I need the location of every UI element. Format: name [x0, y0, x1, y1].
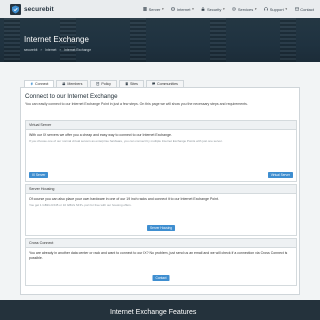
panel-virtual-server: Virtual Server With our IX servers we of… — [25, 120, 297, 182]
tab-label: Connect — [35, 82, 49, 86]
panel-server-housing: Server Housing Of course you can also pl… — [25, 184, 297, 236]
logo-icon — [10, 4, 21, 15]
nav-item-server[interactable]: Server ▼ — [143, 7, 164, 12]
panel-text: With our IX servers we offer you a cheap… — [29, 133, 172, 137]
hero-background — [280, 18, 296, 62]
users-icon — [62, 82, 66, 86]
nav-item-support[interactable]: Support ▼ — [264, 7, 288, 12]
breadcrumb-separator: » — [59, 48, 62, 52]
breadcrumb-separator: » — [40, 48, 43, 52]
panel-body: You are already in another data center o… — [26, 248, 296, 264]
intro-text: You can easily connect to our Internet E… — [25, 102, 248, 106]
nav-item-security[interactable]: Security ▼ — [201, 7, 225, 12]
tab-label: Members — [67, 82, 83, 86]
support-icon — [264, 7, 268, 11]
panel-cross-connect: Cross Connect You are already in another… — [25, 238, 297, 286]
plug-icon — [30, 82, 33, 86]
virtual-server-button[interactable]: Virtual Server — [267, 172, 293, 178]
tab-connect[interactable]: Connect — [24, 80, 55, 87]
nav-item-services[interactable]: Services ▼ — [232, 7, 257, 12]
features-title: Internet Exchange Features — [110, 309, 197, 316]
panel-heading: Virtual Server — [26, 121, 296, 130]
chevron-down-icon: ▼ — [222, 7, 226, 11]
brand-name: securebit — [24, 6, 54, 13]
panel-note: If you choose one of our normal virtual … — [29, 139, 223, 144]
tab-content-connect: Connect to our Internet Exchange You can… — [20, 87, 300, 295]
tab-label: Sites — [129, 82, 138, 86]
tab-bar: Connect Members Policy Sites Communities — [24, 80, 296, 87]
contact-button[interactable]: Contact — [152, 275, 170, 281]
tab-label: Communities — [156, 82, 178, 86]
nav-item-internet[interactable]: Internet ▼ — [171, 7, 194, 12]
breadcrumb-link-home[interactable]: securebit — [24, 48, 37, 52]
features-section: Internet Exchange Features — [0, 300, 320, 320]
chat-icon — [152, 82, 156, 86]
panel-text: Of course you can also place your own ha… — [29, 197, 219, 201]
server-icon — [143, 7, 147, 11]
main-nav: Server ▼ Internet ▼ Security ▼ Services … — [136, 0, 314, 18]
panel-body: With our IX servers we offer you a cheap… — [26, 130, 296, 147]
panel-text: You are already in another data center o… — [29, 251, 288, 261]
nav-item-contact[interactable]: Contact — [294, 6, 314, 12]
mail-icon — [294, 7, 299, 11]
chevron-down-icon: ▼ — [284, 7, 288, 11]
panel-note: You get 1 GBit/s RJ45 or 10 GBit/s SFP+ … — [29, 203, 132, 208]
nav-label: Services — [237, 6, 254, 12]
nav-label: Contact — [300, 6, 314, 12]
tab-sites[interactable]: Sites — [118, 80, 144, 87]
hero-background — [210, 18, 226, 62]
document-icon — [96, 82, 100, 86]
panel-heading: Cross Connect — [26, 239, 296, 248]
brand-logo[interactable]: securebit — [10, 4, 66, 15]
gear-icon — [232, 7, 237, 11]
tab-policy[interactable]: Policy — [90, 80, 117, 87]
hero-background — [130, 18, 146, 62]
ix-server-button[interactable]: IX Server — [29, 172, 49, 178]
lock-icon — [202, 7, 205, 11]
tab-members[interactable]: Members — [56, 80, 89, 87]
chevron-down-icon: ▼ — [254, 7, 258, 11]
tab-communities[interactable]: Communities — [145, 80, 184, 87]
panel-body: Of course you can also place your own ha… — [26, 194, 296, 211]
hero-banner: Internet Exchange securebit » Internet »… — [0, 18, 320, 62]
top-bar: securebit Server ▼ Internet ▼ Security ▼… — [0, 0, 320, 18]
chevron-down-icon: ▼ — [191, 7, 195, 11]
globe-icon — [171, 7, 176, 11]
nav-label: Support — [269, 6, 284, 12]
breadcrumb-link-internet[interactable]: Internet — [45, 48, 56, 52]
nav-label: Internet — [176, 6, 191, 12]
building-icon — [125, 82, 128, 86]
chevron-down-icon: ▼ — [161, 7, 165, 11]
breadcrumb: securebit » Internet » Internet Exchange — [24, 48, 94, 52]
tab-label: Policy — [101, 82, 111, 86]
nav-label: Security — [206, 6, 222, 12]
panel-heading: Server Housing — [26, 185, 296, 194]
breadcrumb-current: Internet Exchange — [64, 48, 92, 52]
nav-label: Server — [148, 6, 161, 12]
hero-background — [4, 18, 20, 62]
server-housing-button[interactable]: Server Housing — [147, 225, 175, 231]
section-title: Connect to our Internet Exchange — [25, 93, 118, 100]
page-title: Internet Exchange — [24, 35, 89, 44]
